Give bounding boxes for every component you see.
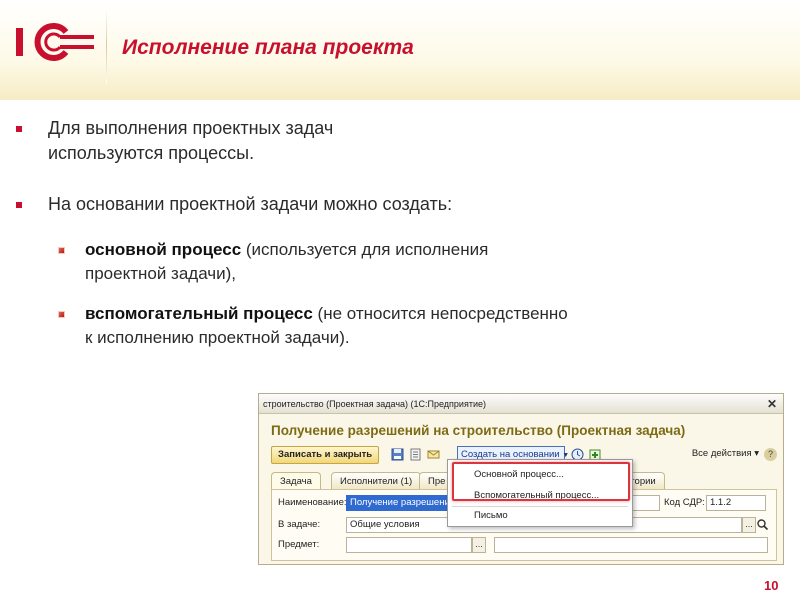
magnifier-icon[interactable] (756, 518, 769, 531)
header-divider (106, 8, 107, 84)
page-number: 10 (764, 578, 779, 593)
code-label: Код СДР: (664, 497, 705, 508)
name-input[interactable]: Получение разрешений (346, 495, 450, 511)
menu-item-letter[interactable]: Письмо (474, 510, 508, 521)
sub-bullet-item: основной процесс (используется для испол… (58, 238, 488, 286)
menu-separator (452, 506, 628, 507)
slide-header: Исполнение плана проекта (0, 0, 800, 100)
sub-bullet-text: основной процесс (используется для испол… (85, 238, 488, 286)
list-icon[interactable] (409, 448, 422, 461)
tab-task[interactable]: Задача (271, 472, 321, 490)
task-label: В задаче: (278, 519, 321, 530)
bullet-square-icon (16, 126, 22, 132)
sub-bullet-icon (58, 311, 65, 318)
subject-label: Предмет: (278, 539, 320, 550)
help-icon[interactable]: ? (764, 448, 777, 461)
close-icon[interactable]: ✕ (767, 394, 777, 414)
bullet-text: Для выполнения проектных задач использую… (48, 118, 334, 163)
task-select-button[interactable]: ... (742, 517, 756, 533)
1c-logo (16, 23, 94, 61)
window-titlebar: строительство (Проектная задача) (1С:Пре… (259, 394, 783, 414)
form-title: Получение разрешений на строительство (П… (271, 423, 686, 438)
save-icon[interactable] (391, 448, 404, 461)
mail-icon[interactable] (427, 448, 440, 461)
code-input[interactable]: 1.1.2 (706, 495, 766, 511)
sub-bullet-text: вспомогательный процесс (не относится не… (85, 302, 568, 350)
chevron-down-icon: ▼ (562, 452, 570, 459)
subject-input[interactable] (494, 537, 768, 553)
save-and-close-button[interactable]: Записать и закрыть (271, 446, 380, 464)
sub-bullet-bold: вспомогательный процесс (85, 304, 313, 323)
all-actions-menu[interactable]: Все действия ▾ (692, 448, 759, 459)
slide-title: Исполнение плана проекта (122, 36, 414, 59)
subject-type-input[interactable] (346, 537, 472, 553)
subject-type-select-button[interactable]: ... (472, 537, 486, 553)
bullet-text: На основании проектной задачи можно созд… (48, 194, 453, 214)
bullet-square-icon (16, 202, 22, 208)
window-title: строительство (Проектная задача) (1С:Пре… (263, 399, 486, 409)
highlight-frame (452, 462, 630, 501)
tab-executors[interactable]: Исполнители (1) (331, 472, 422, 490)
name-label: Наименование: (278, 497, 347, 508)
bullet-item: Для выполнения проектных задач использую… (16, 116, 333, 166)
sub-bullet-icon (58, 247, 65, 254)
bullet-item: На основании проектной задачи можно созд… (16, 192, 452, 217)
sub-bullet-bold: основной процесс (85, 240, 242, 259)
sub-bullet-item: вспомогательный процесс (не относится не… (58, 302, 568, 350)
